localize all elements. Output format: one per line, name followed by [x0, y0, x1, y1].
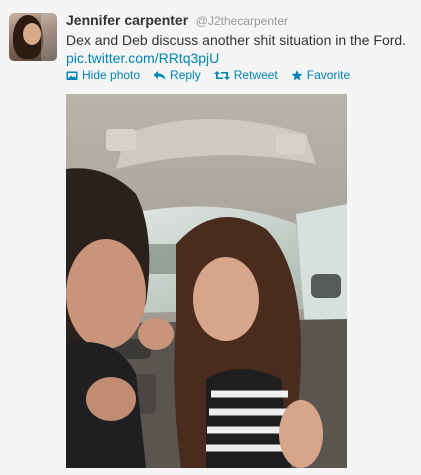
tweet-text: Dex and Deb discuss another shit situati…: [66, 32, 407, 48]
retweet-icon: [213, 70, 230, 80]
avatar[interactable]: [9, 13, 57, 61]
reply-arrow-icon: [153, 70, 166, 80]
hide-photo-label: Hide photo: [82, 68, 141, 82]
car-interior-photo: [66, 94, 347, 468]
star-icon: [291, 69, 303, 81]
tweet-header: Jennifer carpenter @J2thecarpenter: [66, 12, 288, 28]
author-handle[interactable]: @J2thecarpenter: [196, 14, 288, 28]
tweet-photo-link[interactable]: pic.twitter.com/RRtq3pjU: [66, 49, 219, 67]
favorite-label: Favorite: [306, 68, 351, 82]
reply-button[interactable]: Reply: [153, 68, 201, 82]
retweet-label: Retweet: [233, 68, 278, 82]
retweet-button[interactable]: Retweet: [213, 68, 278, 82]
author-name[interactable]: Jennifer carpenter: [66, 12, 188, 28]
tweet-photo[interactable]: [66, 94, 347, 468]
photo-icon: [66, 71, 78, 80]
tweet-actions: Hide photo Reply Retweet Favorite: [66, 68, 363, 82]
tweet-card: Jennifer carpenter @J2thecarpenter Dex a…: [0, 0, 421, 475]
reply-label: Reply: [170, 68, 201, 82]
hide-photo-button[interactable]: Hide photo: [66, 68, 140, 82]
favorite-button[interactable]: Favorite: [291, 68, 350, 82]
